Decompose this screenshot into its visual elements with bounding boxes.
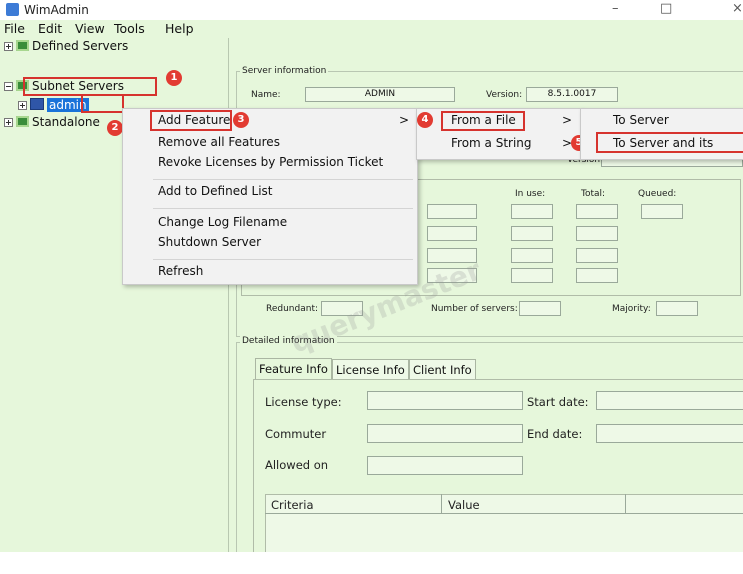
menu-separator: [153, 179, 413, 180]
tree-item-defined-servers[interactable]: Defined Servers: [4, 39, 128, 55]
menu-separator: [153, 208, 413, 209]
menu-item-revoke-licenses[interactable]: Revoke Licenses by Permission Ticket: [158, 155, 383, 169]
highlight-admin: [81, 94, 124, 113]
num-servers-field: [519, 301, 561, 316]
maximize-button[interactable]: □: [660, 1, 672, 16]
num-servers-label: Number of servers:: [431, 304, 518, 314]
step-badge-2: 2: [107, 120, 123, 136]
criteria-table-header: [265, 494, 743, 514]
menu-item-add-to-defined-list[interactable]: Add to Defined List: [158, 184, 273, 198]
count-field: [511, 248, 553, 263]
tree-item-standalone[interactable]: Standalone: [4, 115, 100, 131]
menu-edit[interactable]: Edit: [38, 21, 62, 36]
menu-tools[interactable]: Tools: [114, 21, 145, 36]
start-date-label: Start date:: [527, 395, 589, 409]
count-field: [576, 204, 618, 219]
version-label: Version:: [486, 90, 523, 100]
count-field: [576, 268, 618, 283]
window-title: WimAdmin: [24, 3, 89, 17]
count-field: [641, 204, 683, 219]
version-field: 8.5.1.0017: [526, 87, 618, 102]
server-group-icon: [16, 116, 29, 127]
in-use-label: In use:: [515, 189, 546, 199]
server-info-label: Server information: [240, 66, 329, 76]
step-badge-4: 4: [417, 112, 433, 128]
menu-file[interactable]: File: [4, 21, 25, 36]
count-field: [576, 226, 618, 241]
menu-item-to-server[interactable]: To Server: [613, 113, 669, 127]
server-group-icon: [16, 40, 29, 51]
submenu-arrow-icon: >: [399, 113, 410, 127]
majority-label: Majority:: [612, 304, 651, 314]
license-type-label: License type:: [265, 395, 342, 409]
context-menu: Add Feature > Remove all Features Revoke…: [122, 108, 418, 285]
tree-item-admin[interactable]: admin: [18, 97, 89, 113]
column-divider: [441, 494, 442, 513]
bottom-strip: [0, 552, 743, 574]
expand-icon[interactable]: [4, 42, 13, 51]
menu-item-change-log-filename[interactable]: Change Log Filename: [158, 215, 287, 229]
menu-item-add-feature[interactable]: Add Feature: [158, 113, 230, 127]
start-date-field: [596, 391, 743, 410]
menu-bar: File Edit View Tools Help: [0, 20, 743, 38]
count-field: [427, 226, 477, 241]
end-date-label: End date:: [527, 427, 583, 441]
tree-label: Defined Servers: [32, 39, 129, 53]
from-a-file-submenu: To Server To Server and its: [580, 108, 743, 160]
name-label: Name:: [251, 90, 281, 100]
column-divider: [625, 494, 626, 513]
menu-item-from-a-file[interactable]: From a File: [451, 113, 516, 127]
queued-label: Queued:: [638, 189, 677, 199]
count-field: [511, 268, 553, 283]
menu-separator: [153, 259, 413, 260]
collapse-icon[interactable]: [4, 82, 13, 91]
allowed-on-field: [367, 456, 523, 475]
tree-label: Standalone: [32, 115, 100, 129]
tab-feature-info[interactable]: Feature Info: [255, 358, 332, 380]
menu-help[interactable]: Help: [165, 21, 194, 36]
close-button[interactable]: ×: [732, 1, 743, 16]
menu-view[interactable]: View: [75, 21, 105, 36]
menu-item-refresh[interactable]: Refresh: [158, 264, 203, 278]
tab-client-info[interactable]: Client Info: [409, 359, 476, 381]
count-field: [576, 248, 618, 263]
step-badge-3: 3: [233, 112, 249, 128]
menu-item-from-a-string[interactable]: From a String: [451, 136, 532, 150]
title-bar: WimAdmin – □ ×: [0, 0, 743, 20]
tab-license-info[interactable]: License Info: [332, 359, 409, 381]
license-type-field: [367, 391, 523, 410]
name-field: ADMIN: [305, 87, 455, 102]
commuter-field: [367, 424, 523, 443]
total-label: Total:: [581, 189, 606, 199]
count-field: [511, 204, 553, 219]
app-icon: [6, 3, 19, 16]
expand-icon[interactable]: [18, 101, 27, 110]
minimize-button[interactable]: –: [612, 1, 619, 16]
end-date-field: [596, 424, 743, 443]
count-field: [511, 226, 553, 241]
step-badge-1: 1: [166, 70, 182, 86]
submenu-arrow-icon: >: [562, 113, 573, 127]
commuter-label: Commuter: [265, 427, 327, 441]
computer-icon: [30, 98, 44, 110]
allowed-on-label: Allowed on: [265, 458, 329, 472]
redundant-label: Redundant:: [266, 304, 319, 314]
majority-field: [656, 301, 698, 316]
menu-item-shutdown-server[interactable]: Shutdown Server: [158, 235, 261, 249]
column-value[interactable]: Value: [448, 498, 480, 512]
menu-item-remove-all-features[interactable]: Remove all Features: [158, 135, 280, 149]
menu-item-to-server-and-its[interactable]: To Server and its: [613, 136, 713, 150]
add-feature-submenu: From a File > From a String >: [416, 108, 582, 160]
count-field: [427, 204, 477, 219]
column-criteria[interactable]: Criteria: [271, 498, 314, 512]
expand-icon[interactable]: [4, 118, 13, 127]
